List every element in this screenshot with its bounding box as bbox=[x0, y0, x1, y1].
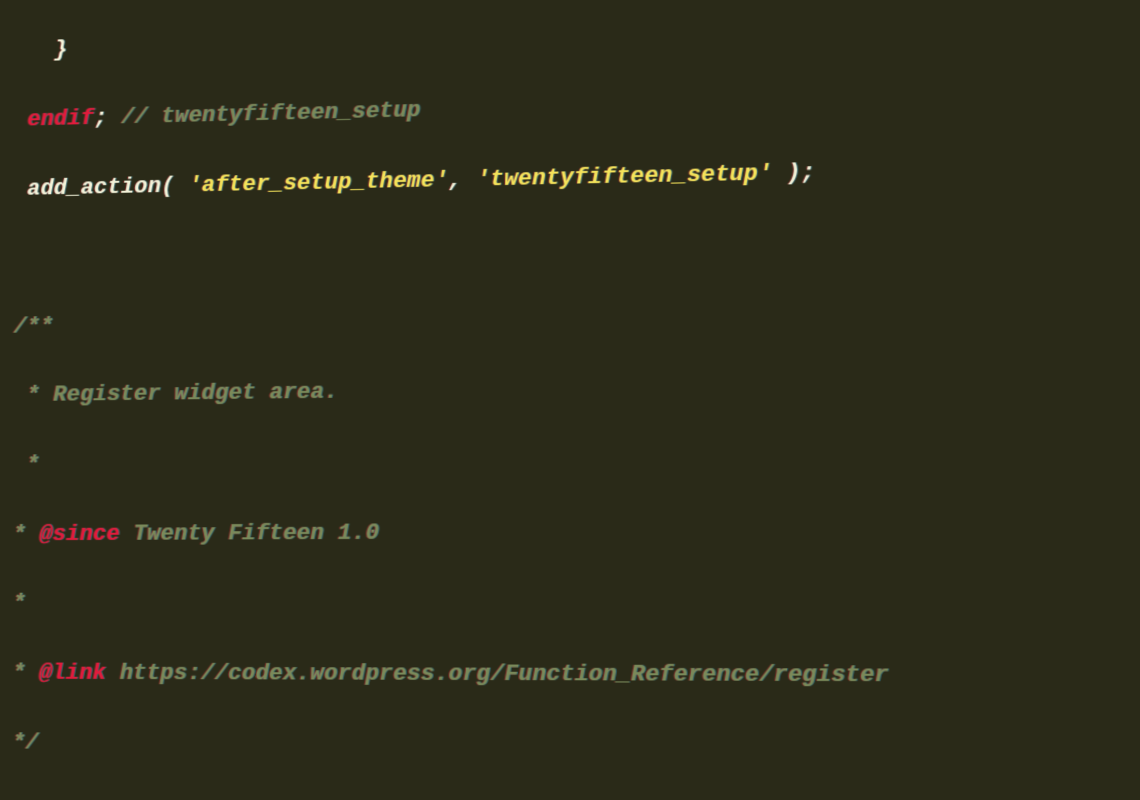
code-line: endif; // twentyfifteen_setup bbox=[1, 74, 1140, 138]
comment-line: * @link https://codex.wordpress.org/Func… bbox=[0, 656, 1140, 695]
code-editor[interactable]: } endif; // twentyfifteen_setup add_acti… bbox=[0, 0, 1140, 800]
comment-line: * bbox=[0, 585, 1140, 622]
blank-line bbox=[0, 220, 1140, 276]
code-line: function twentyfifteen_widgets_init() { bbox=[0, 795, 1140, 800]
code-line: } bbox=[1, 2, 1140, 70]
comment-line: */ bbox=[0, 726, 1140, 769]
comment-line: * bbox=[0, 439, 1140, 483]
comment-line: * @since Twenty Fifteen 1.0 bbox=[0, 512, 1140, 552]
comment-line: /** bbox=[0, 293, 1140, 345]
comment-line: * Register widget area. bbox=[0, 366, 1140, 414]
code-line: add_action( 'after_setup_theme', 'twenty… bbox=[1, 147, 1140, 207]
